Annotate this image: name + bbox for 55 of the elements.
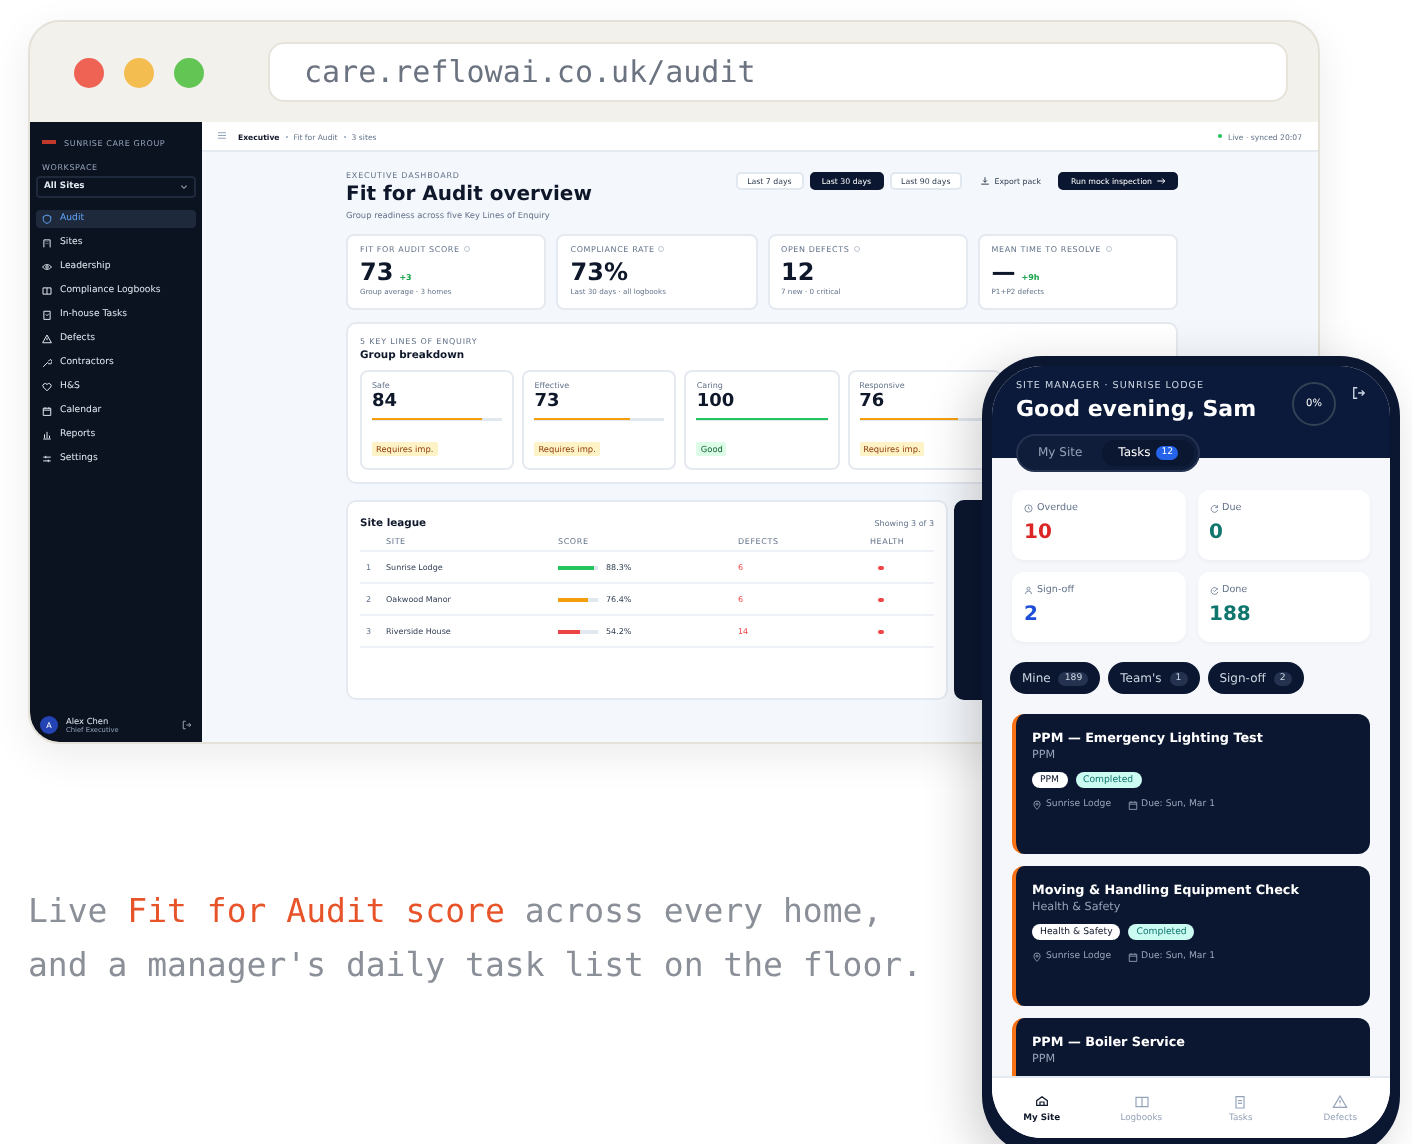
clipboard-icon <box>1232 1093 1249 1109</box>
book-icon <box>42 286 52 296</box>
kpi-value: 12 <box>781 258 815 286</box>
kpi-value: 73 <box>360 258 394 286</box>
health-dot <box>878 597 883 603</box>
arrow-icon <box>1156 176 1166 186</box>
warning-icon <box>1332 1093 1349 1109</box>
sliders-icon <box>42 454 52 464</box>
clock-icon <box>1024 504 1033 514</box>
info-icon[interactable] <box>1105 246 1112 252</box>
heart-icon <box>42 382 52 392</box>
logout-icon[interactable] <box>182 720 192 730</box>
health-dot <box>878 629 883 635</box>
pin-icon <box>1032 952 1042 962</box>
kloe-score: 84 <box>372 392 400 412</box>
greeting: Good evening, Sam <box>1016 396 1257 422</box>
download-icon <box>980 176 991 186</box>
kloe-score: 76 <box>859 392 887 412</box>
wrench-icon <box>42 358 52 368</box>
person-icon <box>1024 586 1033 596</box>
kpi-value: 73% <box>570 258 628 286</box>
logo-mark <box>42 140 56 144</box>
shield-icon <box>42 214 52 224</box>
minimize-dot[interactable] <box>124 57 154 87</box>
calendar-icon <box>1127 952 1138 962</box>
bar-chart-icon <box>42 430 52 440</box>
info-icon[interactable] <box>463 246 470 252</box>
address-field[interactable]: care.reflowai.co.uk/audit <box>268 42 1288 102</box>
menu-icon[interactable] <box>218 132 226 140</box>
stat-value: 0 <box>1209 522 1225 544</box>
stat-value: 10 <box>1024 522 1054 544</box>
logout-icon[interactable] <box>1352 386 1366 400</box>
chevron-icon <box>180 184 188 190</box>
stat-value: 188 <box>1209 604 1253 626</box>
book-icon <box>1133 1093 1150 1109</box>
calendar-icon <box>42 406 52 416</box>
eye-icon <box>42 262 52 272</box>
refresh-icon <box>1209 504 1218 514</box>
home-icon <box>1033 1093 1050 1109</box>
page-title: Fit for Audit overview <box>346 184 592 206</box>
kpi-value: — <box>991 258 1016 286</box>
stat-value: 2 <box>1024 604 1040 626</box>
close-dot[interactable] <box>74 57 104 87</box>
kloe-score: 100 <box>696 392 737 412</box>
kloe-score: 73 <box>534 392 562 412</box>
clipboard-icon <box>42 310 52 320</box>
health-dot <box>878 565 883 571</box>
calendar-icon <box>1127 800 1138 810</box>
caption-text: Live Fit for Audit score across every home, and a manager's daily task list on the floor. <box>28 890 925 988</box>
info-icon[interactable] <box>658 246 665 252</box>
warning-icon <box>42 334 52 344</box>
pin-icon <box>1032 800 1042 810</box>
building-icon <box>42 238 52 248</box>
info-icon[interactable] <box>853 246 860 252</box>
maximize-dot[interactable] <box>174 57 204 87</box>
